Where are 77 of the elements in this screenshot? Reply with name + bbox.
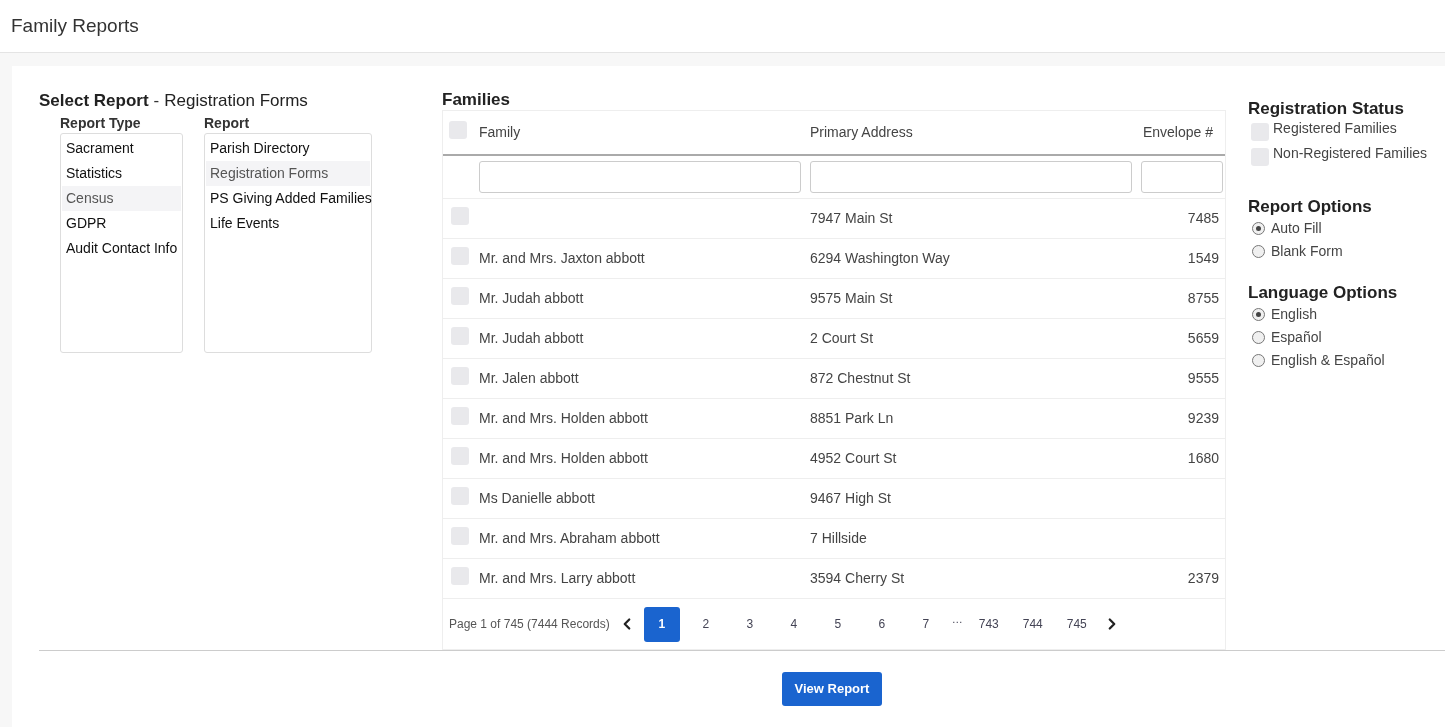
table-cell: Mr. Judah abbott: [479, 330, 584, 346]
table-cell: 1680: [1187, 450, 1219, 466]
ellipsis-text: …: [951, 611, 963, 627]
section-heading: Families: [442, 90, 512, 110]
table-cell: 9239: [1187, 410, 1219, 426]
page-link[interactable]: 745: [1058, 606, 1095, 642]
list-label: Report: [204, 114, 251, 132]
table-cell: 7947 Main St: [810, 210, 893, 226]
table-cell: Mr. Judah abbott: [479, 290, 584, 306]
table-cell: Ms Danielle abbott: [479, 490, 595, 506]
table-cell: Mr. Jalen abbott: [479, 370, 579, 386]
table-cell: 2379: [1187, 570, 1219, 586]
table-cell: Mr. and Mrs. Larry abbott: [479, 570, 636, 586]
table-cell: 4952 Court St: [810, 450, 897, 466]
option-label: Auto Fill: [1271, 219, 1322, 238]
page-link[interactable]: 2: [687, 606, 724, 642]
page-link[interactable]: 6: [863, 606, 900, 642]
table-cell: 3594 Cherry St: [810, 570, 905, 586]
table-cell: 2 Court St: [810, 330, 874, 346]
page-link[interactable]: 5: [819, 606, 856, 642]
table-cell: Mr. and Mrs. Jaxton abbott: [479, 250, 645, 266]
table-cell: 8755: [1187, 290, 1219, 306]
option-label: English: [1271, 305, 1317, 324]
option-label: Español: [1271, 328, 1322, 347]
list-item[interactable]: Parish Directory: [206, 136, 370, 161]
filter-field[interactable]: [1141, 161, 1223, 193]
page-link[interactable]: 3: [731, 606, 768, 642]
page-link[interactable]: 4: [775, 606, 812, 642]
column-header[interactable]: Primary Address: [804, 122, 1135, 143]
option-label: English & Español: [1271, 351, 1385, 370]
filter-field[interactable]: [479, 161, 801, 193]
radio-button[interactable]: [1252, 222, 1265, 235]
table-cell: 5659: [1187, 330, 1219, 346]
list-item[interactable]: Sacrament: [62, 136, 181, 161]
section-heading: Registration Status: [1248, 99, 1405, 119]
section-heading: Language Options: [1248, 283, 1399, 303]
table-cell: 9555: [1187, 370, 1219, 386]
list-item[interactable]: PS Giving Added Families: [206, 186, 370, 211]
list-item[interactable]: Audit Contact Info: [62, 236, 181, 261]
table-cell: Mr. and Mrs. Abraham abbott: [479, 530, 660, 546]
option-label: Non-Registered Families: [1273, 144, 1428, 163]
radio-button[interactable]: [1252, 308, 1265, 321]
option-label: Blank Form: [1271, 242, 1343, 261]
section-heading: Report Options: [1248, 197, 1373, 217]
table-cell: Mr. and Mrs. Holden abbott: [479, 410, 648, 426]
current-report: Registration Forms: [164, 90, 308, 112]
page-link[interactable]: 1: [643, 606, 680, 642]
page-link[interactable]: 744: [1014, 606, 1051, 642]
table-cell: 7 Hillside: [810, 530, 867, 546]
table-cell: 9575 Main St: [810, 290, 893, 306]
table-cell: 7485: [1187, 210, 1219, 226]
table-cell: 6294 Washington Way: [810, 250, 950, 266]
table-cell: 8851 Park Ln: [810, 410, 894, 426]
list-item[interactable]: Statistics: [62, 161, 181, 186]
column-header[interactable]: Envelope #: [1135, 122, 1225, 143]
column-header[interactable]: Family: [473, 122, 804, 143]
page-link[interactable]: 743: [970, 606, 1007, 642]
list-item[interactable]: Registration Forms: [206, 161, 370, 186]
page-summary: Page 1 of 745 (7444 Records): [449, 616, 610, 633]
table-cell: 872 Chestnut St: [810, 370, 911, 386]
table-cell: 9467 High St: [810, 490, 891, 506]
radio-button[interactable]: [1252, 354, 1265, 367]
separator-text: -: [153, 90, 160, 112]
option-label: Registered Families: [1273, 119, 1397, 138]
table-cell: Mr. and Mrs. Holden abbott: [479, 450, 648, 466]
radio-button[interactable]: [1252, 245, 1265, 258]
list-item[interactable]: Life Events: [206, 211, 370, 236]
page-link[interactable]: 7: [907, 606, 944, 642]
page-title: Family Reports: [11, 13, 139, 38]
table-cell: 1549: [1187, 250, 1219, 266]
list-label: Report Type: [60, 114, 142, 132]
list-item[interactable]: Census: [62, 186, 181, 211]
section-heading: Select Report: [39, 90, 149, 112]
list-item[interactable]: GDPR: [62, 211, 181, 236]
radio-button[interactable]: [1252, 331, 1265, 344]
filter-field[interactable]: [810, 161, 1132, 193]
view-report-button[interactable]: View Report: [781, 672, 883, 706]
